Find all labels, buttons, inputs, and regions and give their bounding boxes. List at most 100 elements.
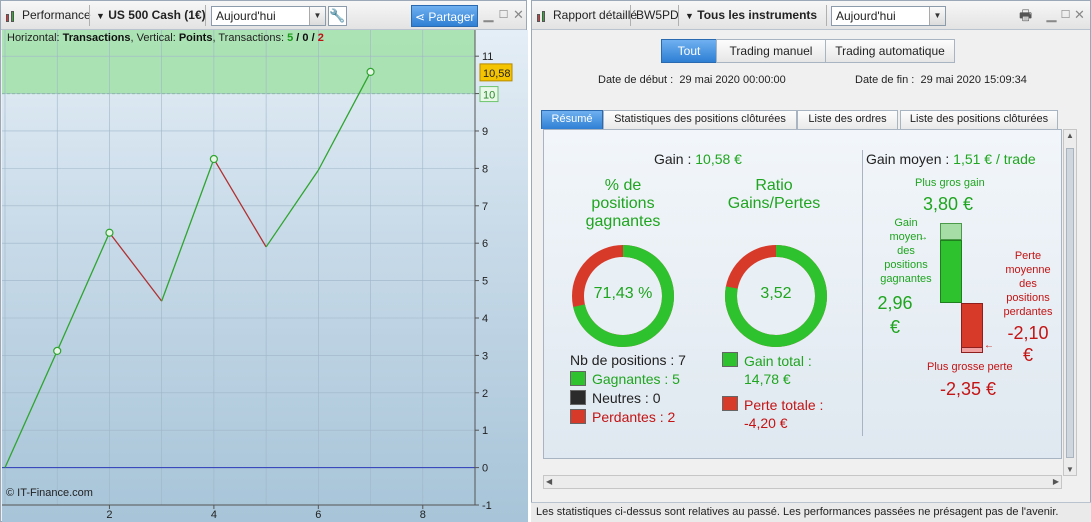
legend-gain-total-swatch xyxy=(722,352,738,367)
avg-loss-bar xyxy=(961,303,983,348)
scroll-up-icon[interactable]: ▲ xyxy=(1066,131,1074,140)
report-period-select[interactable]: Aujourd'hui ▼ xyxy=(831,6,946,26)
instruments-selector[interactable]: ▼ Tous les instruments xyxy=(685,1,817,30)
avg-win-label: Gain moyen des positions gagnantes xyxy=(880,217,932,285)
y-tick-label: -1 xyxy=(482,500,492,512)
max-loss-value: -2,35 € xyxy=(940,379,997,399)
losing-count: Perdantes : 2 xyxy=(592,409,676,425)
y-tick-label: 5 xyxy=(482,276,488,288)
y-tick-label: 4 xyxy=(482,313,488,325)
data-point xyxy=(366,67,375,76)
y-tick-label: 11 xyxy=(482,51,493,63)
current-value-text: 10,58 xyxy=(483,68,511,80)
end-date: Date de fin : 29 mai 2020 15:09:34 xyxy=(855,74,1027,86)
tab-tout[interactable]: Tout xyxy=(661,39,717,63)
print-icon[interactable]: 🖶 xyxy=(1019,7,1037,23)
avg-gain-line: Gain moyen : 1,51 € / trade xyxy=(866,151,1036,167)
subtab-statistiques[interactable]: Statistiques des positions clôturées xyxy=(603,110,797,129)
y-tick-label: 9 xyxy=(482,126,488,138)
data-point xyxy=(105,228,114,237)
avg-loss-label: Perte moyenne des positions perdantes xyxy=(1003,250,1053,318)
horizontal-scrollbar[interactable]: ◀ ▶ xyxy=(543,475,1062,489)
report-toolbar: Rapport détaillé BW5PD ▼ Tous les instru… xyxy=(532,1,1090,30)
legend-winning-swatch xyxy=(570,371,586,386)
max-loss-label: Plus grosse perte xyxy=(927,361,1013,373)
perte-totale: Perte totale : -4,20 € xyxy=(744,397,824,431)
legend-neutral-swatch xyxy=(570,390,586,405)
max-gain-bar xyxy=(940,223,962,240)
scroll-down-icon[interactable]: ▼ xyxy=(1066,465,1074,474)
y-tick-label: 3 xyxy=(482,350,488,362)
x-tick-label: 2 xyxy=(106,509,112,521)
winning-count: Gagnantes : 5 xyxy=(592,371,680,387)
copyright-label: © IT-Finance.com xyxy=(6,487,93,499)
maximize-icon[interactable]: ☐ xyxy=(1059,7,1072,23)
account-label[interactable]: BW5PD xyxy=(636,1,679,30)
candlestick-icon xyxy=(5,9,19,23)
win-rate-value: 71,43 % xyxy=(593,285,653,302)
y-tick-label: 2 xyxy=(482,388,488,400)
performance-toolbar: Performance ▼ US 500 Cash (1€) Aujourd'h… xyxy=(1,1,526,30)
period-select[interactable]: Aujourd'hui ▼ xyxy=(211,6,326,26)
dropdown-arrow-icon: ▼ xyxy=(96,11,105,21)
avg-win-bar xyxy=(940,240,962,303)
minimize-icon[interactable]: ▁ xyxy=(1045,7,1058,23)
target-badge-text: 10 xyxy=(483,90,495,102)
close-icon[interactable]: ✕ xyxy=(1073,7,1086,23)
y-tick-label: 7 xyxy=(482,201,488,213)
avg-win-arrow-icon: → xyxy=(918,232,928,243)
column-divider xyxy=(862,150,863,436)
ratio-title: Ratio Gains/Pertes xyxy=(727,177,821,212)
report-title: Rapport détaillé xyxy=(536,1,637,30)
candlestick-icon xyxy=(536,9,550,23)
performance-chart: 11109876543210-1246810,5810 xyxy=(2,30,513,521)
gain-segment xyxy=(265,169,319,248)
avg-loss-arrow-icon: ← xyxy=(984,340,994,351)
performance-panel: Performance ▼ US 500 Cash (1€) Aujourd'h… xyxy=(0,0,528,522)
subtab-resume[interactable]: Résumé xyxy=(541,110,603,129)
data-point xyxy=(53,346,62,356)
gain-segment xyxy=(4,350,58,468)
minimize-icon[interactable]: ▁ xyxy=(482,7,495,23)
subtab-liste-ordres[interactable]: Liste des ordres xyxy=(797,110,898,129)
chart-info-line: Horizontal: Transactions, Vertical: Poin… xyxy=(7,32,324,44)
performance-title: Performance xyxy=(5,1,91,30)
wrench-icon[interactable]: 🔧 xyxy=(328,6,347,26)
start-date: Date de début : 29 mai 2020 00:00:00 xyxy=(598,74,786,86)
gain-segment xyxy=(56,232,111,352)
gain-total: Gain total : 14,78 € xyxy=(744,353,812,387)
max-gain-value: 3,80 € xyxy=(923,194,974,214)
legend-losing-swatch xyxy=(570,409,586,424)
max-loss-bar xyxy=(961,347,983,353)
x-tick-label: 8 xyxy=(420,509,426,521)
loss-segment xyxy=(213,158,267,248)
max-gain-label: Plus gros gain xyxy=(915,177,985,189)
scroll-right-icon[interactable]: ▶ xyxy=(1053,476,1059,488)
share-button[interactable]: ⋖ Partager xyxy=(411,5,478,27)
y-tick-label: 1 xyxy=(482,425,488,437)
ratio-value: 3,52 xyxy=(760,285,792,302)
win-rate-title: % de positions gagnantes xyxy=(585,177,661,230)
dropdown-arrow-icon: ▼ xyxy=(685,11,694,21)
data-point xyxy=(209,154,218,164)
tab-trading-manuel[interactable]: Trading manuel xyxy=(716,39,826,63)
y-tick-label: 6 xyxy=(482,238,488,250)
y-tick-label: 8 xyxy=(482,163,488,175)
legend-perte-totale-swatch xyxy=(722,396,738,411)
close-icon[interactable]: ✕ xyxy=(512,7,525,23)
chevron-down-icon: ▼ xyxy=(309,7,325,25)
maximize-icon[interactable]: ☐ xyxy=(497,7,510,23)
positions-count: Nb de positions : 7 xyxy=(570,352,686,368)
instrument-selector[interactable]: ▼ US 500 Cash (1€) xyxy=(96,1,206,30)
status-bar: Les statistiques ci-dessus sont relative… xyxy=(531,502,1091,522)
gain-segment xyxy=(161,158,215,302)
avg-win-value: 2,96 € xyxy=(877,293,913,337)
scroll-thumb[interactable] xyxy=(1066,148,1074,458)
subtab-liste-positions[interactable]: Liste des positions clôturées xyxy=(900,110,1058,129)
share-icon: ⋖ xyxy=(415,10,426,24)
avg-loss-value: -2,10 € xyxy=(1007,323,1049,365)
tab-trading-automatique[interactable]: Trading automatique xyxy=(825,39,955,63)
vertical-scrollbar[interactable]: ▲ ▼ xyxy=(1063,129,1077,476)
gain-line: Gain : 10,58 € xyxy=(654,151,742,167)
scroll-left-icon[interactable]: ◀ xyxy=(546,476,552,488)
